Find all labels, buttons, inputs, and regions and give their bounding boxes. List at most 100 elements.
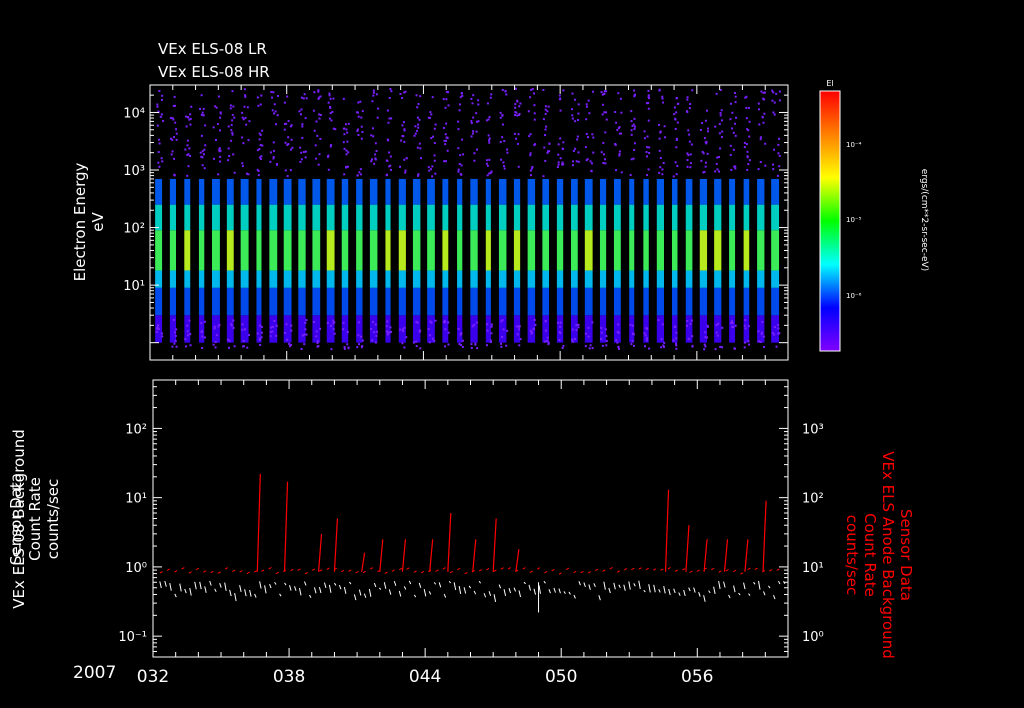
spectrogram-band bbox=[283, 230, 292, 271]
spectrogram-band bbox=[771, 270, 780, 288]
y-tick-label: 10¹ bbox=[125, 492, 147, 507]
spectrogram-dot bbox=[489, 96, 492, 99]
spectrogram-dot bbox=[447, 104, 450, 107]
spectrogram-dot bbox=[301, 136, 304, 139]
spectrogram-dot bbox=[171, 138, 174, 141]
spectrogram-dot bbox=[776, 174, 779, 177]
spectrogram-band bbox=[457, 287, 463, 316]
spectrogram-dot bbox=[530, 331, 533, 334]
spectrogram-dot bbox=[471, 102, 474, 105]
spectrogram-dot bbox=[370, 328, 373, 331]
spectrogram-dot bbox=[419, 157, 422, 160]
spectrogram-band bbox=[283, 287, 292, 316]
spectrogram-dot bbox=[716, 156, 719, 159]
spectrogram-dot bbox=[372, 320, 375, 323]
spectrogram-band bbox=[341, 287, 349, 316]
spectrogram-dot bbox=[488, 116, 491, 119]
spectrogram-dot bbox=[529, 154, 532, 157]
spectrogram-dot bbox=[717, 322, 720, 325]
spectrogram-dot bbox=[577, 323, 580, 326]
spectrogram-dot bbox=[233, 116, 236, 119]
spectrogram-dot bbox=[157, 151, 160, 154]
spectrogram-band bbox=[599, 287, 607, 316]
spectrogram-dot bbox=[506, 151, 509, 154]
spectrogram-dot bbox=[673, 113, 676, 116]
spectrogram-dot bbox=[402, 121, 405, 124]
spectrogram-dot bbox=[330, 119, 333, 122]
spectrogram-dot bbox=[675, 173, 678, 176]
spectrogram-dot bbox=[658, 171, 661, 174]
spectrogram-dot bbox=[231, 119, 234, 122]
spectrogram-dot bbox=[375, 330, 378, 333]
spectrogram-dot bbox=[747, 129, 750, 132]
panel-title-hr: VEx ELS-08 HR bbox=[158, 63, 270, 81]
spectrogram-dot bbox=[375, 150, 378, 153]
spectrogram-dot bbox=[347, 346, 350, 349]
spectrogram-dot bbox=[390, 90, 393, 93]
spectrogram-dot bbox=[158, 142, 161, 145]
spectrogram-dot bbox=[571, 114, 574, 117]
spectrogram-band bbox=[184, 270, 191, 288]
spectrogram-dot bbox=[743, 324, 746, 327]
spectrogram-dot bbox=[327, 101, 330, 104]
spectrogram-band bbox=[671, 287, 678, 316]
spectrogram-dot bbox=[734, 101, 737, 104]
spectrogram-dot bbox=[460, 164, 463, 167]
spectrogram-dot bbox=[433, 154, 436, 157]
spectrogram-dot bbox=[326, 155, 329, 158]
spectrogram-band bbox=[398, 178, 406, 205]
spectrogram-band bbox=[599, 270, 607, 288]
spectrogram-dot bbox=[332, 97, 335, 100]
spectrogram-dot bbox=[158, 90, 161, 93]
spectrogram-dot bbox=[470, 346, 473, 349]
spectrogram-dot bbox=[300, 151, 303, 154]
spectrogram-dot bbox=[360, 125, 363, 128]
spectrogram-dot bbox=[529, 152, 532, 155]
spectrogram-dot bbox=[734, 91, 737, 94]
spectrogram-dot bbox=[230, 129, 233, 132]
spectrogram-dot bbox=[514, 106, 517, 109]
spectrogram-dot bbox=[459, 154, 462, 157]
spectrogram-dot bbox=[600, 91, 603, 94]
spectrogram-dot bbox=[283, 101, 286, 104]
spectrogram-band bbox=[656, 287, 665, 316]
spectrogram-dot bbox=[690, 319, 693, 322]
spectrogram-dot bbox=[375, 93, 378, 96]
spectrogram-band bbox=[341, 230, 349, 271]
spectrogram-dot bbox=[446, 149, 449, 152]
spectrogram-dot bbox=[357, 334, 360, 337]
spectrogram-dot bbox=[386, 320, 389, 323]
spectrogram-dot bbox=[515, 137, 518, 140]
spectrogram-band bbox=[369, 204, 378, 231]
spectrogram-dot bbox=[248, 120, 251, 123]
spectrogram-dot bbox=[630, 129, 633, 132]
spectrogram-dot bbox=[319, 95, 322, 98]
spectrogram-dot bbox=[690, 143, 693, 146]
spectrogram-band bbox=[269, 287, 278, 316]
spectrogram-dot bbox=[200, 94, 203, 97]
spectrogram-dot bbox=[745, 117, 748, 120]
spectrogram-dot bbox=[300, 347, 303, 350]
y-tick-label: 10⁰ bbox=[125, 561, 147, 576]
spectrogram-dot bbox=[331, 110, 334, 113]
spectrogram-dot bbox=[745, 106, 748, 109]
spectrogram-dot bbox=[730, 322, 733, 325]
spectrogram-dot bbox=[334, 128, 337, 131]
spectrogram-band bbox=[211, 315, 220, 343]
spectrogram-dot bbox=[356, 128, 359, 131]
spectrogram-dot bbox=[658, 137, 661, 140]
spectrogram-dot bbox=[419, 329, 422, 332]
spectrogram-dot bbox=[544, 112, 547, 115]
spectrogram-dot bbox=[716, 334, 719, 337]
spectrogram-dot bbox=[343, 147, 346, 150]
spectrogram-band bbox=[485, 315, 491, 343]
spectrogram-dot bbox=[430, 113, 433, 116]
spectrogram-dot bbox=[444, 133, 447, 136]
spectrogram-dot bbox=[415, 340, 418, 343]
spectrogram-dot bbox=[389, 87, 392, 90]
spectrogram-dot bbox=[562, 344, 565, 347]
spectrogram-band bbox=[584, 230, 593, 271]
spectrogram-dot bbox=[706, 127, 709, 130]
spectrogram-band bbox=[356, 270, 363, 288]
spectrogram-dot bbox=[188, 319, 191, 322]
